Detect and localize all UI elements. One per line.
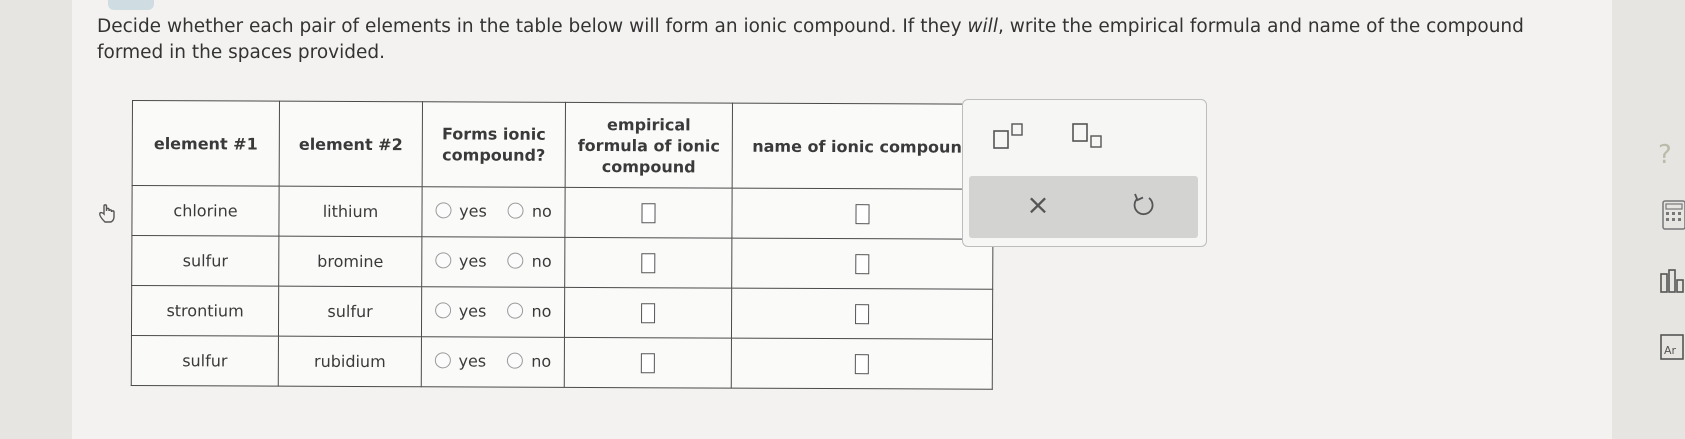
forms-ionic-cell: yes no bbox=[421, 286, 565, 338]
element1-cell: strontium bbox=[131, 285, 279, 337]
header-forms-ionic: Forms ionic compound? bbox=[422, 101, 566, 188]
formula-cell bbox=[564, 187, 733, 239]
radio-no[interactable]: no bbox=[507, 251, 552, 271]
name-cell bbox=[731, 338, 993, 390]
undo-icon[interactable] bbox=[1129, 190, 1157, 220]
radio-yes[interactable]: yes bbox=[435, 201, 487, 220]
question-emphasis: will bbox=[967, 16, 998, 37]
radio-yes[interactable]: yes bbox=[434, 251, 487, 270]
header-row: element #1 element #2 Forms ionic compoun… bbox=[132, 100, 994, 190]
element1-cell: chlorine bbox=[131, 185, 280, 237]
svg-text:Ar: Ar bbox=[1664, 344, 1677, 357]
header-element1: element #1 bbox=[132, 100, 280, 187]
header-element2: element #2 bbox=[279, 101, 423, 187]
action-toolbar: × bbox=[969, 176, 1198, 238]
formula-cell bbox=[564, 337, 732, 389]
name-cell bbox=[731, 238, 993, 290]
question-text: Decide whether each pair of elements in … bbox=[97, 16, 1524, 63]
answer-tools-panel: × bbox=[962, 99, 1207, 247]
table-row: strontium sulfur yes no bbox=[131, 285, 993, 340]
forms-ionic-cell: yes no bbox=[421, 336, 565, 388]
name-answer-box[interactable] bbox=[854, 353, 869, 374]
radio-no[interactable]: no bbox=[507, 351, 551, 371]
superscript-icon[interactable] bbox=[991, 122, 1031, 150]
element2-cell: rubidium bbox=[278, 336, 422, 387]
radio-no[interactable]: no bbox=[507, 201, 552, 221]
table-row: sulfur rubidium yes no bbox=[131, 335, 993, 390]
help-button[interactable]: ? bbox=[1658, 140, 1672, 170]
name-cell bbox=[731, 188, 994, 240]
header-compound-name: name of ionic compound bbox=[732, 103, 994, 190]
clear-button[interactable]: × bbox=[1020, 187, 1056, 223]
element2-cell: bromine bbox=[278, 236, 422, 287]
forms-ionic-cell: yes no bbox=[421, 236, 565, 288]
radio-yes[interactable]: yes bbox=[434, 351, 486, 370]
subscript-icon[interactable] bbox=[1070, 122, 1110, 150]
formula-answer-box[interactable] bbox=[641, 202, 656, 224]
forms-ionic-cell: yes no bbox=[421, 186, 566, 238]
name-answer-box[interactable] bbox=[855, 253, 870, 274]
radio-no[interactable]: no bbox=[507, 301, 551, 321]
table-row: chlorine lithium yes no bbox=[131, 185, 994, 240]
formula-answer-box[interactable] bbox=[641, 302, 656, 324]
formula-cell bbox=[564, 237, 732, 289]
table-row: sulfur bromine yes no bbox=[131, 235, 993, 290]
element1-cell: sulfur bbox=[131, 335, 279, 387]
name-answer-box[interactable] bbox=[855, 203, 870, 224]
element2-cell: sulfur bbox=[278, 286, 422, 337]
header-empirical-formula: empirical formula of ionic compound bbox=[565, 102, 733, 189]
name-answer-box[interactable] bbox=[855, 303, 870, 324]
element1-cell: sulfur bbox=[131, 235, 279, 287]
bar-chart-icon[interactable] bbox=[1660, 268, 1685, 294]
radio-yes[interactable]: yes bbox=[434, 301, 486, 320]
formula-cell bbox=[564, 287, 732, 339]
top-tab[interactable] bbox=[108, 0, 154, 10]
formula-answer-box[interactable] bbox=[640, 352, 655, 374]
hand-pointer-icon bbox=[99, 204, 115, 223]
ionic-compound-table: element #1 element #2 Forms ionic compoun… bbox=[130, 100, 994, 390]
calculator-icon[interactable] bbox=[1662, 200, 1685, 230]
side-toolbar: ? Ar bbox=[1648, 0, 1685, 439]
periodic-table-icon[interactable]: Ar bbox=[1660, 334, 1684, 360]
element2-cell: lithium bbox=[278, 186, 423, 237]
formula-answer-box[interactable] bbox=[641, 252, 656, 274]
name-cell bbox=[731, 288, 993, 340]
